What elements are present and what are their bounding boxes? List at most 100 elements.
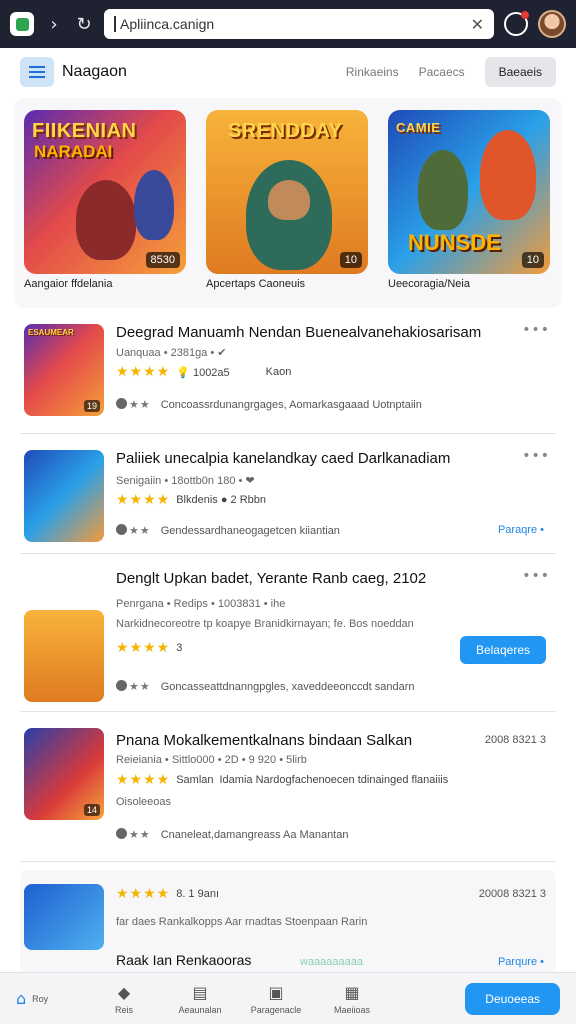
- thumbnail-title: ESAUMEAR: [28, 328, 74, 337]
- nav-label: Reis: [115, 1005, 133, 1015]
- character-figure: [134, 170, 174, 240]
- list-item[interactable]: 14 Pnana Mokalkementkalnans bindaan Salk…: [20, 712, 556, 862]
- featured-label: Aangaior ffdelania: [24, 278, 188, 290]
- reload-icon[interactable]: ↻: [74, 14, 94, 35]
- grey-rating-icon: ★★: [116, 524, 151, 537]
- star-rating: ★★★★: [116, 772, 170, 788]
- item-action-button[interactable]: Belaqeres: [460, 636, 546, 664]
- item-subtext: Oisoleeoas: [116, 796, 171, 808]
- item-meta: Penrgana • Redips • 1003831 • ihe: [116, 598, 285, 610]
- app-title: Naagaon: [62, 63, 127, 81]
- item-extra: waaaaaaaaa: [300, 956, 363, 968]
- rating-text: 8. 1 9anı: [176, 888, 219, 900]
- grey-rating-icon: ★★: [116, 828, 151, 841]
- more-options-icon[interactable]: •••: [522, 568, 550, 584]
- store-icon: ▦: [344, 983, 359, 1002]
- header-link-2[interactable]: Pacaecs: [419, 65, 465, 79]
- item-meta: Reieiania • Sittlo000 • 2D • 9 920 • 5li…: [116, 754, 307, 766]
- extra-text: Kaon: [266, 366, 292, 378]
- home-icon: ⌂: [16, 989, 26, 1008]
- tab-icon[interactable]: [10, 12, 34, 36]
- item-title[interactable]: Denglt Upkan badet, Yerante Ranb caeg, 2…: [116, 570, 426, 587]
- bottom-action-button[interactable]: Deuoeeas: [465, 983, 560, 1015]
- character-figure: [480, 130, 536, 220]
- featured-card[interactable]: CAMIE NUNSDE 10 Ueecoragia/Neia: [388, 110, 552, 308]
- thumbnail-badge: 19: [84, 400, 100, 412]
- item-title[interactable]: Pnana Mokalkementkalnans bindaan Salkan: [116, 732, 412, 749]
- bottom-navigation: ⌂ Roy ◆ Reis ▤ Aeaunalan ▣ Paragenacle ▦…: [0, 972, 576, 1024]
- game-artwork[interactable]: CAMIE NUNSDE 10: [388, 110, 550, 274]
- character-face: [268, 180, 310, 220]
- footer-text: Goncasseattdnanngpgles, xaveddeeonccdt s…: [161, 681, 415, 693]
- artwork-title: CAMIE: [396, 120, 440, 135]
- featured-label: Apcertaps Caoneuis: [206, 278, 370, 290]
- item-description: far daes Rankalkopps Aar rnadtas Stoenpa…: [116, 916, 367, 928]
- rating-text: 3: [176, 642, 182, 654]
- rating-text: Blkdenis ● 2 Rbbn: [176, 494, 266, 506]
- game-artwork[interactable]: SRENDDAY 10: [206, 110, 368, 274]
- featured-card[interactable]: FIIKENIAN NARADAI 8530 Aangaior ffdelani…: [24, 110, 188, 308]
- rating-row: ★★★★ Blkdenis ● 2 Rbbn: [116, 492, 266, 508]
- thumbnail-badge: 14: [84, 804, 100, 816]
- rating-row: ★★★★ Samlan Idamia Nardogfachenoecen tdi…: [116, 772, 448, 788]
- rating-text: Samlan: [176, 774, 213, 786]
- extra-text: Idamia Nardogfachenoecen tdinainged flan…: [220, 774, 449, 786]
- grey-rating-icon: ★★: [116, 680, 151, 693]
- notification-dot: [521, 11, 529, 19]
- rating-badge: 8530: [146, 252, 180, 268]
- extension-icon[interactable]: [504, 12, 528, 36]
- game-artwork[interactable]: FIIKENIAN NARADAI 8530: [24, 110, 186, 274]
- item-title[interactable]: Paliiek unecalpia kanelandkay caed Darlk…: [116, 450, 450, 467]
- game-thumbnail[interactable]: [24, 610, 104, 702]
- forward-icon[interactable]: ›: [44, 14, 64, 35]
- footer-text: Concoassrdunangrgages, Aomarkasgaaad Uot…: [161, 399, 422, 411]
- star-rating: ★★★★: [116, 492, 170, 508]
- item-meta: Senigaiin • 18ottb0n 180 • ❤: [116, 474, 255, 487]
- nav-item-3[interactable]: ▣ Paragenacle: [238, 983, 314, 1015]
- star-rating: ★★★★: [116, 640, 170, 656]
- item-title[interactable]: Deegrad Manuamh Nendan Buenealvanehakios…: [116, 324, 481, 341]
- rating-badge: 10: [522, 252, 544, 268]
- item-title[interactable]: Raak Ian Renkaooras: [116, 952, 251, 968]
- item-link[interactable]: Parqure •: [498, 956, 544, 968]
- footer-text: Cnaneleat,damangreass Aa Manantan: [161, 829, 349, 841]
- nav-home[interactable]: ⌂ Roy: [16, 989, 86, 1008]
- nav-label: Paragenacle: [251, 1005, 302, 1015]
- nav-item-1[interactable]: ◆ Reis: [86, 983, 162, 1015]
- address-bar[interactable]: ✕: [104, 9, 494, 39]
- hamburger-menu-icon[interactable]: [20, 57, 54, 87]
- rating-row: ★★★★ 8. 1 9anı: [116, 886, 219, 902]
- header-link-1[interactable]: Rinkaeins: [346, 65, 399, 79]
- more-options-icon[interactable]: •••: [522, 322, 550, 338]
- game-thumbnail[interactable]: 14: [24, 728, 104, 820]
- game-list: ESAUMEAR 19 Deegrad Manuamh Nendan Buene…: [20, 312, 556, 980]
- star-rating: ★★★★: [116, 886, 170, 902]
- rating-row: ★★★★ 3: [116, 640, 182, 656]
- artwork-subtitle: NUNSDE: [408, 230, 501, 256]
- item-footer: ★★ Goncasseattdnanngpgles, xaveddeeonccd…: [116, 680, 415, 693]
- item-description: Narkidnecoreotre tp koapye Branidkirnaya…: [116, 618, 414, 630]
- item-footer: ★★ Gendessardhaneogagetcen kiiantian: [116, 524, 340, 537]
- list-item[interactable]: Paliiek unecalpia kanelandkay caed Darlk…: [20, 434, 556, 554]
- more-options-icon[interactable]: •••: [522, 448, 550, 464]
- rating-badge: 10: [340, 252, 362, 268]
- list-item[interactable]: ★★★★ 8. 1 9anı 20008 8321 3 far daes Ran…: [20, 870, 556, 980]
- game-thumbnail[interactable]: [24, 884, 104, 950]
- list-item[interactable]: Denglt Upkan badet, Yerante Ranb caeg, 2…: [20, 554, 556, 712]
- nav-item-4[interactable]: ▦ Maeiioas: [314, 983, 390, 1015]
- item-link[interactable]: Paraqre •: [498, 524, 544, 536]
- item-footer: ★★ Concoassrdunangrgages, Aomarkasgaaad …: [116, 398, 422, 411]
- gamepad-icon: ◆: [118, 983, 130, 1002]
- nav-label: Aeaunalan: [178, 1005, 221, 1015]
- profile-avatar[interactable]: [538, 10, 566, 38]
- nav-home-label: Roy: [32, 994, 48, 1004]
- url-input[interactable]: [120, 16, 467, 32]
- featured-card[interactable]: SRENDDAY 10 Apcertaps Caoneuis: [206, 110, 370, 308]
- game-thumbnail[interactable]: [24, 450, 104, 542]
- nav-item-2[interactable]: ▤ Aeaunalan: [162, 983, 238, 1015]
- list-item[interactable]: ESAUMEAR 19 Deegrad Manuamh Nendan Buene…: [20, 312, 556, 434]
- clear-icon[interactable]: ✕: [471, 15, 484, 34]
- game-thumbnail[interactable]: ESAUMEAR 19: [24, 324, 104, 416]
- header-button[interactable]: Baeaeis: [485, 57, 556, 87]
- item-footer: ★★ Cnaneleat,damangreass Aa Manantan: [116, 828, 348, 841]
